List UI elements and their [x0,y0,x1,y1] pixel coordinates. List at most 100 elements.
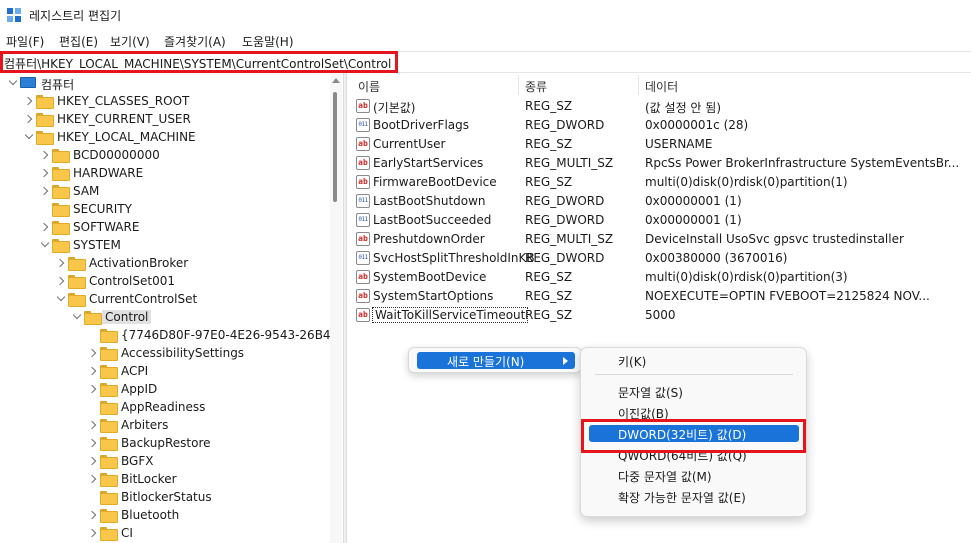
folder-icon [52,149,70,163]
value-row[interactable]: ab (기본값) REG_SZ (값 설정 안 됨) [348,97,971,116]
tree-node-label: SYSTEM [73,238,121,252]
submenu-item[interactable]: 문자열 값(S) [589,383,799,400]
menu-favorites[interactable]: 즐겨찾기(A) [164,33,226,50]
chevron-right-icon[interactable] [88,528,98,538]
context-menu-new[interactable]: 새로 만들기(N) [417,352,575,369]
value-row[interactable]: ab FirmwareBootDevice REG_SZ multi(0)disk(0… [348,173,971,192]
value-data: 5000 [645,308,676,322]
value-row[interactable]: 011 LastBootSucceeded REG_DWORD 0x00000001 … [348,211,971,230]
key-tree[interactable]: 컴퓨터 HKEY_CLASSES_ROOT HKEY_CURRENT_USER HKE… [0,73,342,543]
tree-node[interactable]: HKEY_LOCAL_MACHINE [0,128,330,146]
chevron-right-icon[interactable] [40,168,50,178]
tree-node[interactable]: Control [0,308,330,326]
tree-node-label: BitlockerStatus [121,490,212,504]
folder-icon [52,221,70,235]
tree-node[interactable]: SYSTEM [0,236,330,254]
value-type: REG_SZ [525,137,573,151]
value-row[interactable]: ab WaitToKillServiceTimeout REG_SZ 5000 [348,306,971,325]
tree-node[interactable]: CurrentControlSet [0,290,330,308]
menu-help[interactable]: 도움말(H) [242,33,294,50]
column-header-name[interactable]: 이름 [358,78,380,95]
column-header-type[interactable]: 종류 [525,78,547,95]
chevron-right-icon[interactable] [40,150,50,160]
scroll-up-arrow-icon[interactable] [332,78,340,83]
menu-file[interactable]: 파일(F) [6,33,44,50]
tree-node[interactable]: 컴퓨터 [0,74,330,92]
tree-node-label: ControlSet001 [89,274,175,288]
tree-node-label: HKEY_LOCAL_MACHINE [57,130,196,144]
tree-node[interactable]: HARDWARE [0,164,330,182]
tree-node[interactable]: ActivationBroker [0,254,330,272]
chevron-right-icon[interactable] [40,222,50,232]
folder-icon [100,491,118,505]
tree-node[interactable]: HKEY_CLASSES_ROOT [0,92,330,110]
tree-node[interactable]: BackupRestore [0,434,330,452]
tree-node[interactable]: Bluetooth [0,506,330,524]
submenu-item[interactable]: 확장 가능한 문자열 값(E) [589,488,799,505]
tree-node-label: ActivationBroker [89,256,189,270]
submenu-item[interactable]: 키(K) [589,352,799,369]
tree-node-label: CI [121,526,133,540]
tree-node[interactable]: BCD00000000 [0,146,330,164]
value-row[interactable]: ab SystemBootDevice REG_SZ multi(0)disk(0)r… [348,268,971,287]
tree-node[interactable]: AccessibilitySettings [0,344,330,362]
menu-edit[interactable]: 편집(E) [59,33,98,50]
chevron-right-icon[interactable] [88,366,98,376]
chevron-right-icon[interactable] [88,510,98,520]
value-row[interactable]: ab EarlyStartServices REG_MULTI_SZ RpcSs Po… [348,154,971,173]
tree-node-label: Control [102,310,152,324]
folder-icon [52,167,70,181]
tree-node[interactable]: SOFTWARE [0,218,330,236]
chevron-right-icon[interactable] [56,276,66,286]
tree-node[interactable]: SAM [0,182,330,200]
tree-node[interactable]: Arbiters [0,416,330,434]
chevron-down-icon[interactable] [24,132,34,142]
value-data: multi(0)disk(0)rdisk(0)partition(1) [645,175,848,189]
column-header-data[interactable]: 데이터 [645,78,678,95]
chevron-right-icon[interactable] [88,438,98,448]
tree-node[interactable]: BitLocker [0,470,330,488]
tree-node[interactable]: CI [0,524,330,542]
chevron-right-icon[interactable] [24,96,34,106]
chevron-right-icon[interactable] [24,114,34,124]
folder-icon [100,383,118,397]
tree-node[interactable]: AppReadiness [0,398,330,416]
chevron-right-icon[interactable] [88,456,98,466]
value-row[interactable]: ab SystemStartOptions REG_SZ NOEXECUTE=OPT… [348,287,971,306]
column-divider[interactable] [518,75,519,95]
value-row[interactable]: 011 LastBootShutdown REG_DWORD 0x00000001 (… [348,192,971,211]
chevron-right-icon[interactable] [88,348,98,358]
value-row[interactable]: ab CurrentUser REG_SZ USERNAME [348,135,971,154]
chevron-right-icon[interactable] [56,258,66,268]
menu-view[interactable]: 보기(V) [110,33,150,50]
value-row[interactable]: ab PreshutdownOrder REG_MULTI_SZ DeviceInst… [348,230,971,249]
tree-node[interactable]: HKEY_CURRENT_USER [0,110,330,128]
value-name: LastBootShutdown [373,194,486,208]
tree-node[interactable]: SECURITY [0,200,330,218]
value-data: DeviceInstall UsoSvc gpsvc trustedinstal… [645,232,904,246]
chevron-right-icon[interactable] [88,474,98,484]
chevron-right-icon[interactable] [88,384,98,394]
tree-node[interactable]: ControlSet001 [0,272,330,290]
pane-splitter[interactable] [343,73,347,543]
tree-node[interactable]: ACPI [0,362,330,380]
tree-node-label: HKEY_CURRENT_USER [57,112,191,126]
tree-scrollbar-thumb[interactable] [333,92,337,202]
value-row[interactable]: 011 SvcHostSplitThresholdInKB REG_DWORD 0x0… [348,249,971,268]
tree-node[interactable]: AppID [0,380,330,398]
chevron-right-icon[interactable] [40,186,50,196]
folder-icon [52,203,70,217]
folder-icon [52,185,70,199]
folder-icon [68,293,86,307]
tree-node[interactable]: BitlockerStatus [0,488,330,506]
chevron-down-icon[interactable] [40,240,50,250]
tree-node[interactable]: BGFX [0,452,330,470]
chevron-right-icon[interactable] [88,420,98,430]
value-row[interactable]: 011 BootDriverFlags REG_DWORD 0x0000001c (2… [348,116,971,135]
chevron-down-icon[interactable] [72,312,82,322]
column-divider[interactable] [638,75,639,95]
tree-node[interactable]: {7746D80F-97E0-4E26-9543-26B41FC [0,326,342,344]
chevron-down-icon[interactable] [8,78,18,88]
chevron-down-icon[interactable] [56,294,66,304]
submenu-item[interactable]: 다중 문자열 값(M) [589,467,799,484]
